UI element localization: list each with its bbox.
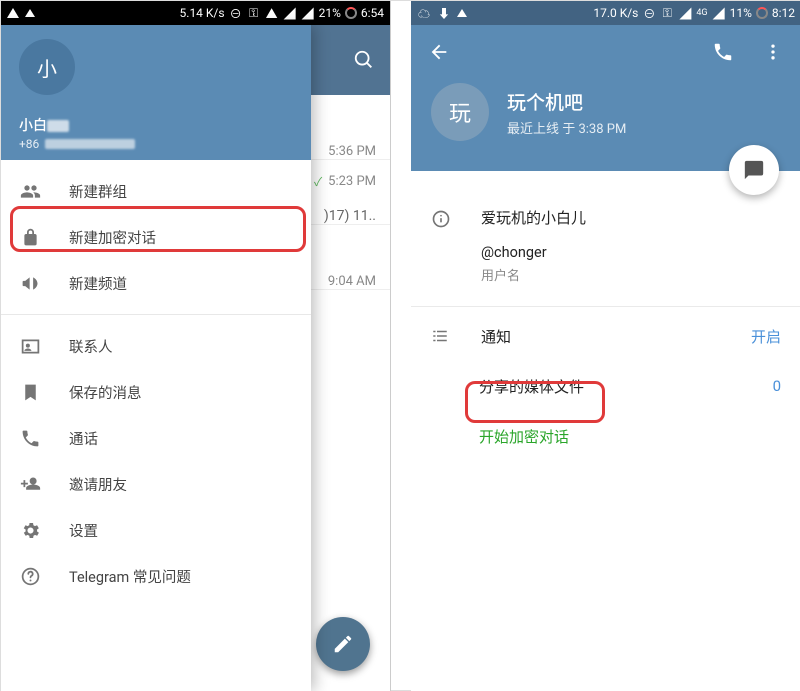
drawer-item-label: 设置 xyxy=(69,520,98,541)
signal-icon: ◢ xyxy=(712,6,726,20)
shared-media-row[interactable]: 分享的媒体文件 0 xyxy=(411,361,800,411)
navigation-drawer: 小 小白 +86 新建群组新建加密对话新建频道联系人保存的消息通话邀请朋友设置 T… xyxy=(1,25,311,691)
username-label: 用户名 xyxy=(481,265,781,284)
battery-text: 21% xyxy=(319,6,341,20)
list-icon xyxy=(431,327,453,345)
profile-subtitle: 最近上线 于 3:38 PM xyxy=(507,118,626,137)
download-icon: ⬇ xyxy=(437,6,451,20)
drawer-item-label: 新建频道 xyxy=(69,273,127,294)
drawer-item-label: 新建群组 xyxy=(69,181,127,202)
drawer-item-label: 保存的消息 xyxy=(69,382,142,403)
compose-fab[interactable] xyxy=(316,617,370,671)
notifications-row[interactable]: 通知 开启 xyxy=(411,311,800,361)
dnd-icon: ⊖ xyxy=(229,6,243,20)
megaphone-icon xyxy=(19,272,41,294)
personadd-icon xyxy=(19,473,41,495)
drawer-item-label: 新建加密对话 xyxy=(69,227,156,248)
chat-preview: )17) 11.. xyxy=(324,208,376,224)
wifi-icon: ▲ xyxy=(265,6,279,20)
row-value: 0 xyxy=(773,377,781,395)
net-speed: 17.0 K/s xyxy=(593,6,638,20)
redacted xyxy=(47,120,69,132)
drawer-item-label: Telegram 常见问题 xyxy=(69,566,191,587)
drawer-item-calls[interactable]: 通话 xyxy=(1,415,311,461)
drawer-item-label: 通话 xyxy=(69,428,98,449)
drawer-item-new-group[interactable]: 新建群组 xyxy=(1,168,311,214)
overflow-menu-button[interactable] xyxy=(751,30,795,74)
profile-title: 玩个机吧 xyxy=(507,88,626,115)
drawer-header[interactable]: 小 小白 +86 xyxy=(1,25,311,160)
statusbar: ☁ ⬇ 17.0 K/s ⊖ ⚿ ◢ 4G ◢ 11% 8:12 xyxy=(411,1,800,25)
chat-time: 9:04 AM xyxy=(328,274,376,289)
divider xyxy=(411,306,800,307)
drawer-item-label: 邀请朋友 xyxy=(69,474,127,495)
account-name: 小白 xyxy=(19,115,293,135)
vpn-key-icon: ⚿ xyxy=(247,6,261,20)
drawer-item-faq[interactable]: Telegram 常见问题 xyxy=(1,553,311,599)
vpn-key-icon: ⚿ xyxy=(660,6,674,20)
dnd-icon: ⊖ xyxy=(642,6,656,20)
read-checks-icon: ✓ xyxy=(314,173,322,190)
screenshot-drawer: 5.14 K/s ⊖ ⚿ ▲ ◢ ◢ 21% 6:54 5:36 PM ✓ 5:23… xyxy=(1,1,391,691)
account-phone: +86 xyxy=(19,137,293,151)
battery-text: 11% xyxy=(730,6,752,20)
wechat-icon: ☁ xyxy=(417,6,431,20)
info-icon xyxy=(431,207,453,284)
warning-icon xyxy=(7,8,19,18)
row-label: 开始加密对话 xyxy=(479,426,569,447)
gear-icon xyxy=(19,519,41,541)
drawer-item-new-secret[interactable]: 新建加密对话 xyxy=(1,214,311,260)
row-label: 分享的媒体文件 xyxy=(479,376,584,397)
message-fab[interactable] xyxy=(729,145,779,195)
back-button[interactable] xyxy=(417,30,461,74)
avatar[interactable]: 玩 xyxy=(431,83,489,141)
profile-header: 玩 玩个机吧 最近上线 于 3:38 PM xyxy=(411,25,800,171)
statusbar: 5.14 K/s ⊖ ⚿ ▲ ◢ ◢ 21% 6:54 xyxy=(1,1,390,25)
loading-icon xyxy=(756,7,768,19)
screenshot-profile: ☁ ⬇ 17.0 K/s ⊖ ⚿ ◢ 4G ◢ 11% 8:12 xyxy=(411,1,800,691)
info-section: 爱玩机的小白儿 @chonger 用户名 xyxy=(411,197,800,298)
person-icon xyxy=(19,335,41,357)
signal-icon: ◢ xyxy=(301,6,315,20)
drawer-item-saved[interactable]: 保存的消息 xyxy=(1,369,311,415)
bookmark-icon xyxy=(19,381,41,403)
drawer-item-invite[interactable]: 邀请朋友 xyxy=(1,461,311,507)
warning-icon xyxy=(25,9,35,17)
row-value: 开启 xyxy=(751,326,781,347)
drawer-item-settings[interactable]: 设置 xyxy=(1,507,311,553)
signal-icon: ◢ xyxy=(678,6,692,20)
help-icon xyxy=(19,565,41,587)
net-speed: 5.14 K/s xyxy=(180,6,225,20)
divider xyxy=(1,314,311,315)
avatar[interactable]: 小 xyxy=(19,39,75,95)
drawer-item-new-channel[interactable]: 新建频道 xyxy=(1,260,311,306)
drawer-item-label: 联系人 xyxy=(69,336,113,357)
signal-icon: ◢ xyxy=(283,6,297,20)
chat-time: 5:23 PM xyxy=(328,174,376,189)
warning-icon xyxy=(457,9,467,17)
username[interactable]: @chonger xyxy=(481,244,781,261)
call-button[interactable] xyxy=(701,30,745,74)
loading-icon xyxy=(345,7,357,19)
search-icon[interactable] xyxy=(353,49,375,71)
drawer-item-contacts[interactable]: 联系人 xyxy=(1,323,311,369)
phone-icon xyxy=(19,427,41,449)
display-name: 爱玩机的小白儿 xyxy=(481,207,781,228)
chat-time: 5:36 PM xyxy=(328,144,376,159)
clock: 8:12 xyxy=(772,6,795,20)
clock: 6:54 xyxy=(361,6,384,20)
lock-icon xyxy=(19,226,41,248)
redacted xyxy=(45,139,135,149)
group-icon xyxy=(19,180,41,202)
row-label: 通知 xyxy=(481,326,511,347)
start-secret-chat-row[interactable]: 开始加密对话 xyxy=(411,411,800,461)
net-type: 4G xyxy=(696,8,707,18)
